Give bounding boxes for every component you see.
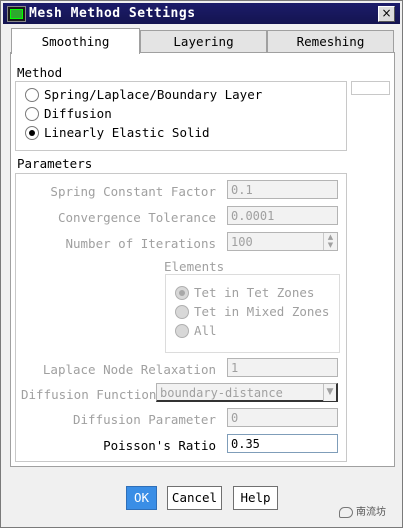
laplace-node-relaxation-field[interactable]: 1: [227, 358, 338, 377]
tab-remeshing[interactable]: Remeshing: [267, 30, 394, 54]
chevron-down-icon[interactable]: ▼: [323, 384, 336, 401]
cancel-button[interactable]: Cancel: [167, 486, 222, 510]
radio-tet-in-tet-zones-label: Tet in Tet Zones: [194, 285, 315, 300]
laplace-node-relaxation-label: Laplace Node Relaxation: [42, 362, 216, 377]
radio-tet-in-tet-zones[interactable]: [175, 286, 189, 300]
elements-label: Elements: [164, 259, 225, 274]
app-icon: [7, 6, 26, 22]
poissons-ratio-field[interactable]: 0.35: [227, 434, 338, 453]
diffusion-parameter-field[interactable]: 0: [227, 408, 338, 427]
radio-diffusion-label: Diffusion: [44, 106, 112, 121]
watermark-text: 南流坊: [356, 507, 386, 518]
chat-icon: [339, 506, 353, 518]
radio-tet-in-mixed-zones-label: Tet in Mixed Zones: [194, 304, 330, 319]
tab-smoothing[interactable]: Smoothing: [11, 28, 140, 54]
watermark: 南流坊: [339, 503, 386, 518]
method-label: Method: [17, 65, 63, 80]
tab-layering[interactable]: Layering: [140, 30, 267, 54]
number-of-iterations-value: 100: [231, 235, 253, 249]
radio-diffusion[interactable]: [25, 107, 39, 121]
radio-tet-in-mixed-zones[interactable]: [175, 305, 189, 319]
title-bar[interactable]: Mesh Method Settings ×: [3, 3, 400, 24]
method-side-box: [351, 81, 390, 95]
diffusion-parameter-label: Diffusion Parameter: [73, 412, 216, 427]
number-of-iterations-field[interactable]: 100 ▲ ▼: [227, 232, 338, 251]
diffusion-function-dropdown[interactable]: boundary-distance ▼: [156, 383, 338, 402]
radio-all[interactable]: [175, 324, 189, 338]
dialog-window: Mesh Method Settings × Smoothing Layerin…: [0, 0, 403, 528]
diffusion-function-label: Diffusion Function: [21, 387, 157, 402]
convergence-tolerance-label: Convergence Tolerance: [57, 210, 216, 225]
radio-spring-laplace-label: Spring/Laplace/Boundary Layer: [44, 87, 263, 102]
parameters-label: Parameters: [17, 156, 93, 171]
iterations-spinner[interactable]: ▲ ▼: [323, 233, 337, 250]
ok-button[interactable]: OK: [126, 486, 157, 510]
number-of-iterations-label: Number of Iterations: [65, 236, 216, 251]
spin-up-icon[interactable]: ▲: [324, 233, 337, 241]
radio-linearly-elastic-solid[interactable]: [25, 126, 39, 140]
help-button[interactable]: Help: [233, 486, 278, 510]
convergence-tolerance-field[interactable]: 0.0001: [227, 206, 338, 225]
spin-down-icon[interactable]: ▼: [324, 241, 337, 249]
window-title: Mesh Method Settings: [29, 6, 196, 21]
radio-linearly-elastic-solid-label: Linearly Elastic Solid: [44, 125, 210, 140]
radio-all-label: All: [194, 323, 217, 338]
close-button[interactable]: ×: [378, 6, 395, 22]
radio-spring-laplace[interactable]: [25, 88, 39, 102]
spring-constant-factor-label: Spring Constant Factor: [50, 184, 216, 199]
close-icon: ×: [381, 6, 392, 20]
spring-constant-factor-field[interactable]: 0.1: [227, 180, 338, 199]
poissons-ratio-label: Poisson's Ratio: [103, 438, 216, 453]
diffusion-function-value: boundary-distance: [160, 386, 283, 400]
